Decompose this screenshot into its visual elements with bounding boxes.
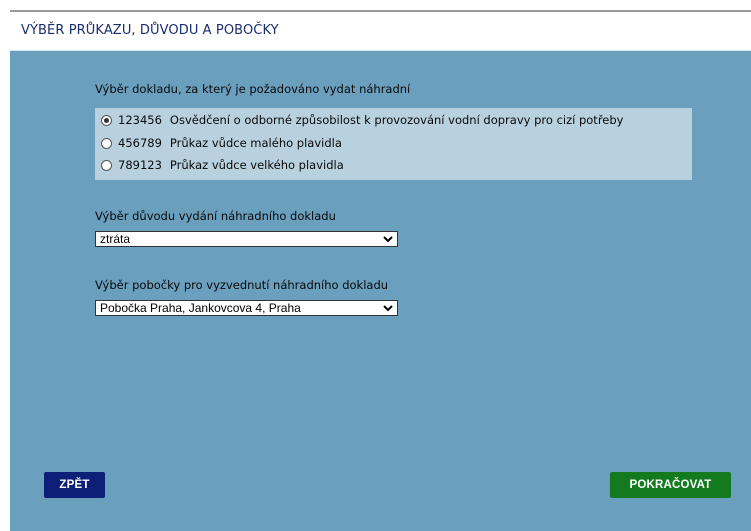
document-name: Průkaz vůdce malého plavidla xyxy=(169,136,342,150)
document-options-group: 123456 Osvědčení o odborné způsobilost k… xyxy=(95,108,692,180)
document-code: 123456 xyxy=(118,113,162,127)
continue-button[interactable]: POKRAČOVAT xyxy=(610,472,731,498)
radio-selected-icon[interactable] xyxy=(101,114,112,126)
radio-unselected-icon[interactable] xyxy=(101,137,112,149)
back-button[interactable]: ZPĚT xyxy=(44,472,105,498)
document-section-label: Výběr dokladu, za který je požadováno vy… xyxy=(95,82,411,96)
document-option-3[interactable]: 789123 Průkaz vůdce velkého plavidla xyxy=(101,156,344,174)
reason-select-value: ztráta xyxy=(100,232,131,246)
document-name: Osvědčení o odborné způsobilost k provoz… xyxy=(169,113,624,127)
branch-select[interactable]: Pobočka Praha, Jankovcova 4, Praha xyxy=(95,300,398,316)
form-window: VÝBĚR PRŮKAZU, DŮVODU A POBOČKY Výběr do… xyxy=(10,10,751,531)
reason-select[interactable]: ztráta xyxy=(95,231,398,247)
document-code: 456789 xyxy=(118,136,162,150)
page-title: VÝBĚR PRŮKAZU, DŮVODU A POBOČKY xyxy=(21,23,279,38)
document-code: 789123 xyxy=(118,158,162,172)
radio-unselected-icon[interactable] xyxy=(101,159,112,171)
page-header: VÝBĚR PRŮKAZU, DŮVODU A POBOČKY xyxy=(10,12,751,51)
document-option-1[interactable]: 123456 Osvědčení o odborné způsobilost k… xyxy=(101,111,623,129)
chevron-down-icon xyxy=(381,232,395,246)
reason-section-label: Výběr důvodu vydání náhradního dokladu xyxy=(95,209,336,223)
document-option-2[interactable]: 456789 Průkaz vůdce malého plavidla xyxy=(101,134,342,152)
branch-select-value: Pobočka Praha, Jankovcova 4, Praha xyxy=(100,301,301,315)
chevron-down-icon xyxy=(381,301,395,315)
branch-section-label: Výběr pobočky pro vyzvednutí náhradního … xyxy=(95,278,389,292)
document-name: Průkaz vůdce velkého plavidla xyxy=(169,158,344,172)
